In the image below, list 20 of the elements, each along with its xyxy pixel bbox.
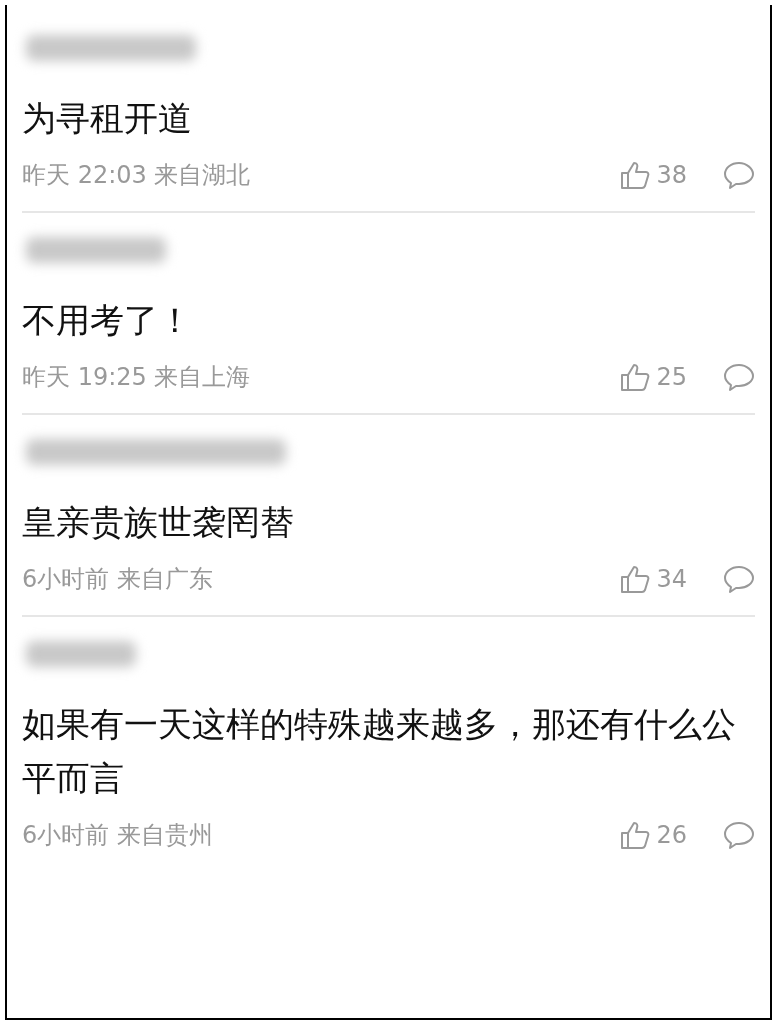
- comment-meta: 昨天 22:03 来自湖北: [22, 160, 252, 191]
- comment-text: 不用考了！: [22, 299, 193, 342]
- like-button[interactable]: 38: [620, 160, 687, 190]
- comment-meta: 昨天 19:25 来自上海: [22, 362, 252, 393]
- like-button[interactable]: 34: [620, 564, 687, 594]
- comment-text: 如果有一天这样的特殊越来越多，那还有什么公平而言: [22, 703, 737, 800]
- speech-bubble-icon[interactable]: [723, 564, 755, 594]
- thumbs-up-icon: [620, 160, 651, 190]
- speech-bubble-icon[interactable]: [723, 362, 755, 392]
- thumbs-up-icon: [620, 820, 651, 850]
- comment-meta: 6小时前 来自贵州: [22, 820, 214, 851]
- speech-bubble-icon[interactable]: [723, 160, 755, 190]
- comment-meta: 6小时前 来自广东: [22, 564, 214, 595]
- speech-bubble-icon[interactable]: [723, 820, 755, 850]
- like-button[interactable]: 25: [620, 362, 687, 392]
- comment-text: 为寻租开道: [22, 97, 193, 140]
- comment-text: 皇亲贵族世袭罔替: [22, 501, 295, 544]
- thumbs-up-icon: [620, 564, 651, 594]
- like-button[interactable]: 26: [620, 820, 687, 850]
- thumbs-up-icon: [620, 362, 651, 392]
